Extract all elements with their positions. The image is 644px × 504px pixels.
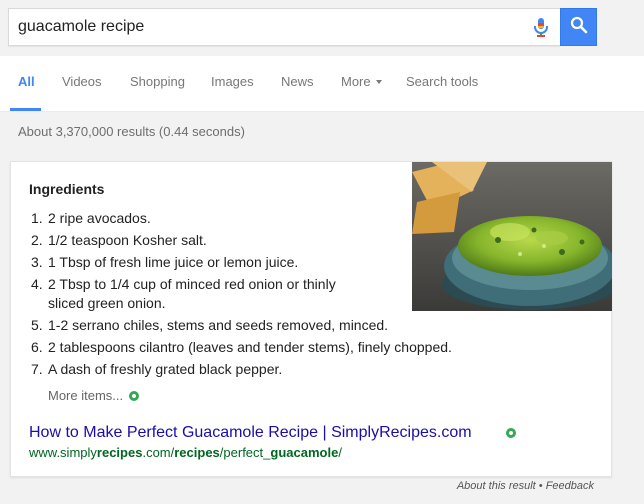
tab-all[interactable]: All xyxy=(18,56,35,111)
about-this-result-link[interactable]: About this result xyxy=(457,480,536,492)
tab-more[interactable]: More xyxy=(341,56,382,111)
list-text: 2 Tbsp to 1/4 cup of minced red onion or… xyxy=(48,276,336,292)
list-item: 6. 2 tablespoons cilantro (leaves and te… xyxy=(31,338,452,357)
tab-videos[interactable]: Videos xyxy=(62,56,102,111)
list-text-continued: sliced green onion. xyxy=(48,295,166,311)
list-item: 4. 2 Tbsp to 1/4 cup of minced red onion… xyxy=(31,275,336,313)
microphone-icon[interactable] xyxy=(531,17,551,39)
list-text: 2 tablespoons cilantro (leaves and tende… xyxy=(48,339,452,355)
url-segment: / xyxy=(338,445,342,460)
tab-shopping[interactable]: Shopping xyxy=(130,56,185,111)
list-text: 1-2 serrano chiles, stems and seeds remo… xyxy=(48,317,389,333)
result-stats: About 3,370,000 results (0.44 seconds) xyxy=(18,124,245,139)
list-item: 3. 1 Tbsp of fresh lime juice or lemon j… xyxy=(31,253,298,272)
url-highlight: recipes xyxy=(96,445,143,460)
search-button[interactable] xyxy=(560,8,597,46)
list-number: 5. xyxy=(31,317,43,333)
search-box[interactable] xyxy=(8,8,560,46)
list-text: 2 ripe avocados. xyxy=(48,210,151,226)
list-item: 5. 1-2 serrano chiles, stems and seeds r… xyxy=(31,316,388,335)
list-number: 7. xyxy=(31,361,43,377)
tab-news[interactable]: News xyxy=(281,56,314,111)
list-item: 7. A dash of freshly grated black pepper… xyxy=(31,360,282,379)
search-input[interactable] xyxy=(18,9,508,45)
tab-images[interactable]: Images xyxy=(211,56,254,111)
active-tab-indicator xyxy=(10,108,41,111)
more-items-dot-icon xyxy=(129,390,140,401)
search-tabs: All Videos Shopping Images News More Sea… xyxy=(0,56,644,112)
footer-separator: • xyxy=(535,480,546,492)
tab-more-label: More xyxy=(341,74,371,89)
list-text: 1/2 teaspoon Kosher salt. xyxy=(48,232,207,248)
list-number: 6. xyxy=(31,339,43,355)
list-number: 1. xyxy=(31,210,43,226)
featured-snippet: Ingredients 1. 2 ripe avocados. 2. 1/2 t… xyxy=(10,161,612,477)
result-url: www.simplyrecipes.com/recipes/perfect_gu… xyxy=(29,445,342,460)
list-item: 2. 1/2 teaspoon Kosher salt. xyxy=(31,231,207,250)
tab-search-tools[interactable]: Search tools xyxy=(406,56,478,111)
list-number: 2. xyxy=(31,232,43,248)
feedback-link[interactable]: Feedback xyxy=(546,480,594,492)
list-text: A dash of freshly grated black pepper. xyxy=(48,361,283,377)
result-title-link[interactable]: How to Make Perfect Guacamole Recipe | S… xyxy=(29,424,472,442)
url-segment: www.simply xyxy=(29,445,97,460)
url-highlight: guacamole xyxy=(270,445,339,460)
snippet-heading: Ingredients xyxy=(29,181,105,197)
list-number: 3. xyxy=(31,254,43,270)
search-bar-area xyxy=(0,0,644,56)
list-item: 1. 2 ripe avocados. xyxy=(31,209,151,228)
url-segment: /perfect_ xyxy=(219,445,271,460)
url-segment: .com/ xyxy=(142,445,175,460)
result-title-dot-icon[interactable] xyxy=(506,428,516,438)
magnifier-icon xyxy=(570,16,588,39)
result-footer: About this result • Feedback xyxy=(457,480,594,492)
guacamole-image[interactable] xyxy=(412,162,612,311)
more-items-label: More items... xyxy=(48,388,124,403)
list-number: 4. xyxy=(31,276,43,292)
caret-down-icon xyxy=(375,79,382,84)
more-items-link[interactable]: More items... xyxy=(48,388,140,403)
url-highlight: recipes xyxy=(174,445,220,460)
list-text: 1 Tbsp of fresh lime juice or lemon juic… xyxy=(48,254,299,270)
